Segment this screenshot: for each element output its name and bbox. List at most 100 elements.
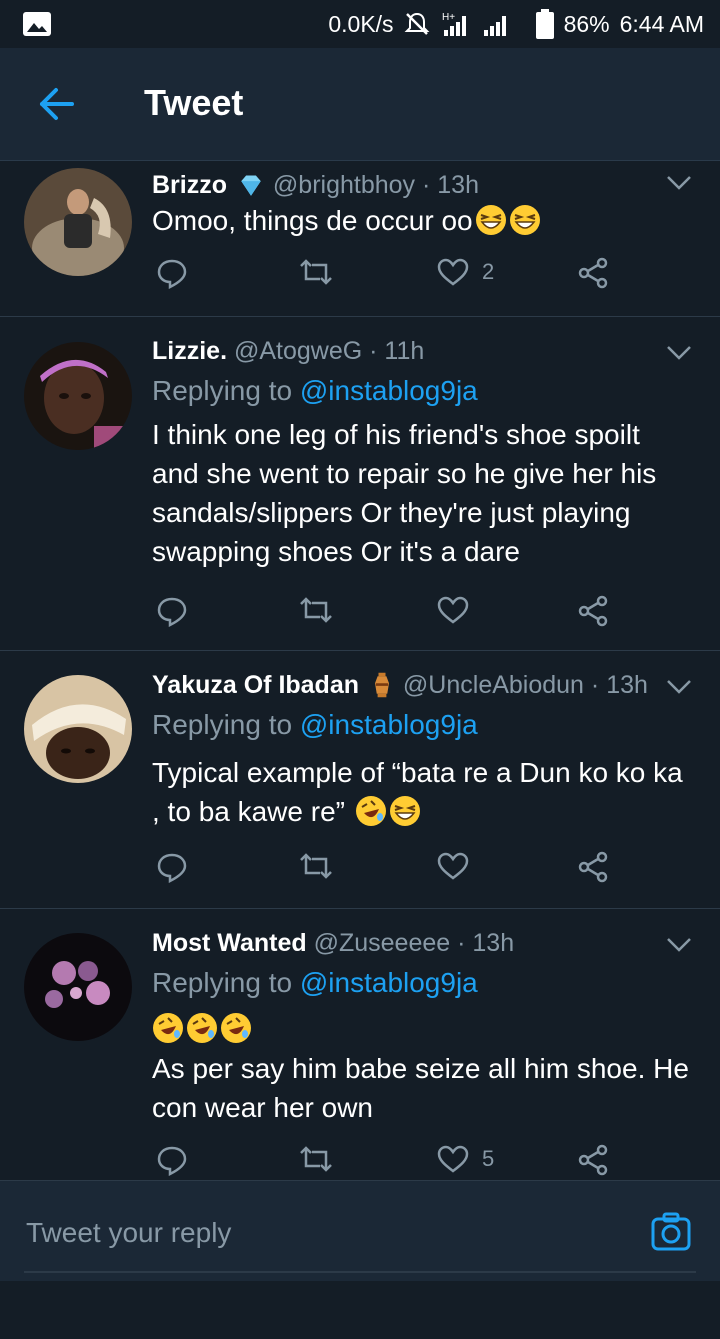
grinning-squint-emoji xyxy=(475,205,506,235)
retweet-button[interactable] xyxy=(298,1144,334,1174)
share-button[interactable] xyxy=(576,595,610,627)
share-icon xyxy=(578,595,608,627)
share-icon xyxy=(578,257,608,289)
mention-link[interactable]: @instablog9ja xyxy=(300,709,478,740)
like-button[interactable]: 2 xyxy=(436,257,494,287)
chevron-down-icon[interactable] xyxy=(666,345,692,361)
tweet-actions: 5 xyxy=(152,1144,622,1178)
author-name[interactable]: Brizzo xyxy=(152,171,227,199)
mention-link[interactable]: @instablog9ja xyxy=(300,375,478,406)
retweet-button[interactable] xyxy=(298,595,334,625)
tweet-actions xyxy=(152,851,622,885)
reply-icon xyxy=(157,259,187,289)
mute-icon xyxy=(404,12,429,35)
like-button[interactable] xyxy=(436,595,470,625)
rofl-emoji xyxy=(221,1013,251,1043)
svg-text:H+: H+ xyxy=(442,12,455,23)
reply-input[interactable] xyxy=(24,1211,628,1255)
input-underline xyxy=(24,1271,696,1273)
tweet-time: 13h xyxy=(606,671,648,699)
replying-to: Replying to @instablog9ja xyxy=(152,709,478,740)
back-arrow-icon[interactable] xyxy=(36,86,76,122)
author-handle[interactable]: @AtogweG xyxy=(234,337,362,365)
app-bar: Tweet xyxy=(0,48,720,161)
like-count: 2 xyxy=(482,259,495,284)
retweet-button[interactable] xyxy=(298,257,334,287)
tweet-body: Typical example of “bata re a Dun ko ko … xyxy=(152,753,692,831)
signal-icon: H+ xyxy=(442,12,506,36)
tweet-time: 13h xyxy=(437,171,479,199)
tweet-item[interactable]: Yakuza Of Ibadan @UncleAbiodun · 13h Rep… xyxy=(0,651,720,909)
reply-compose-bar xyxy=(0,1180,720,1281)
share-button[interactable] xyxy=(576,257,610,289)
share-icon xyxy=(578,1144,608,1176)
heart-icon xyxy=(437,1145,469,1173)
rofl-emoji xyxy=(153,1013,183,1043)
tweet-actions xyxy=(152,1305,622,1339)
like-count: 5 xyxy=(482,1146,495,1171)
chevron-down-icon[interactable] xyxy=(666,679,692,695)
author-name[interactable]: Lizzie. xyxy=(152,337,227,365)
diamond-emoji xyxy=(241,175,261,196)
battery-icon xyxy=(535,9,554,39)
reply-button[interactable] xyxy=(156,851,188,883)
mention-link[interactable]: @instablog9ja xyxy=(300,967,478,998)
heart-icon xyxy=(437,258,469,286)
camera-icon[interactable] xyxy=(650,1211,692,1253)
clock: 6:44 AM xyxy=(619,10,704,37)
retweet-button[interactable] xyxy=(298,851,334,881)
chevron-down-icon[interactable] xyxy=(666,937,692,953)
avatar[interactable] xyxy=(24,933,132,1041)
retweet-icon xyxy=(300,597,332,623)
heart-icon xyxy=(437,852,469,880)
page-title: Tweet xyxy=(144,82,244,123)
like-button[interactable]: 5 xyxy=(436,1144,494,1174)
tweet-body: I think one leg of his friend's shoe spo… xyxy=(152,415,692,571)
share-button[interactable] xyxy=(576,1144,610,1176)
tweet-item[interactable]: Lizzie. @AtogweG · 11h Replying to @inst… xyxy=(0,317,720,651)
author-name[interactable]: Yakuza Of Ibadan xyxy=(152,671,359,699)
like-button[interactable] xyxy=(436,851,470,881)
chevron-down-icon[interactable] xyxy=(666,175,692,191)
tweet-time: 13h xyxy=(472,929,515,957)
retweet-icon xyxy=(300,1146,332,1172)
reply-button[interactable] xyxy=(156,595,188,627)
rofl-emoji xyxy=(187,1013,217,1043)
tweet-time: 11h xyxy=(384,337,425,365)
heart-icon xyxy=(437,596,469,624)
tweet-text: As per say him babe seize all him shoe. … xyxy=(152,1053,689,1123)
reply-button[interactable] xyxy=(156,257,188,289)
reply-button[interactable] xyxy=(156,1144,188,1176)
author-handle[interactable]: @brightbhoy xyxy=(273,171,415,199)
author-name[interactable]: Most Wanted xyxy=(152,929,307,957)
avatar[interactable] xyxy=(24,168,132,276)
reply-icon xyxy=(157,597,187,627)
tweet-text: I think one leg of his friend's shoe spo… xyxy=(152,419,657,567)
amphora-emoji xyxy=(374,672,389,698)
author-handle[interactable]: @UncleAbiodun xyxy=(403,671,584,699)
tweet-body: As per say him babe seize all him shoe. … xyxy=(152,1009,692,1127)
tweet-item[interactable]: Brizzo @brightbhoy · 13h Omoo, things de… xyxy=(0,161,720,317)
battery-level: 86% xyxy=(563,10,610,37)
avatar[interactable] xyxy=(24,675,132,783)
tweet-actions xyxy=(152,595,622,629)
reply-icon xyxy=(157,853,187,883)
reply-icon xyxy=(157,1146,187,1176)
grinning-squint-emoji xyxy=(509,205,540,235)
tweet-body: Omoo, things de occur oo xyxy=(152,201,692,240)
share-icon xyxy=(578,851,608,883)
rofl-emoji xyxy=(355,796,386,826)
share-button[interactable] xyxy=(576,851,610,883)
grinning-squint-emoji xyxy=(389,796,420,826)
retweet-icon xyxy=(300,853,332,879)
tweet-item[interactable]: Most Wanted @Zuseeeee · 13h Replying to … xyxy=(0,909,720,1179)
tweet-actions: 2 xyxy=(152,257,622,291)
net-speed: 0.0K/s xyxy=(328,10,394,37)
image-notification-icon xyxy=(23,12,51,36)
replying-to: Replying to @instablog9ja xyxy=(152,375,478,406)
author-handle[interactable]: @Zuseeeee xyxy=(314,929,451,957)
avatar[interactable] xyxy=(24,342,132,450)
retweet-icon xyxy=(300,259,332,285)
status-bar: 0.0K/s H+ 86% 6:44 AM xyxy=(0,0,720,48)
replying-to: Replying to @instablog9ja xyxy=(152,967,478,998)
